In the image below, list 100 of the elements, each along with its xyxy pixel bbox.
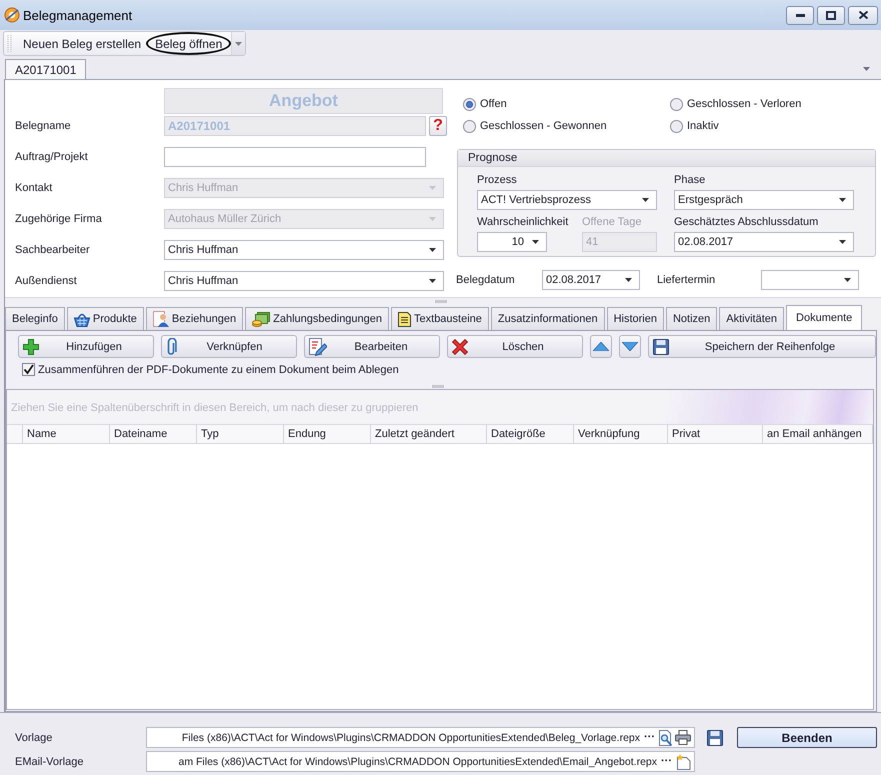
tab[interactable]: Zahlungsbedingungen — [245, 307, 390, 330]
close-button[interactable] — [848, 6, 878, 24]
status-radio[interactable]: Geschlossen - Gewonnen — [463, 115, 607, 137]
tab[interactable]: Produkte — [66, 307, 144, 330]
field-label: Liefertermin — [657, 274, 716, 286]
close-window-button[interactable]: Beenden — [737, 727, 877, 748]
cross-icon — [452, 338, 468, 354]
down-arrow-icon — [622, 342, 638, 351]
field-label: Phase — [674, 173, 706, 187]
splitter-grip-icon[interactable] — [432, 384, 444, 388]
document-magnifier-icon[interactable] — [659, 730, 672, 746]
column-header[interactable]: Name — [23, 425, 110, 443]
basket-icon — [74, 312, 90, 326]
tab[interactable]: Historien — [606, 307, 664, 330]
minimize-button[interactable] — [786, 6, 814, 24]
splitter-grip-icon[interactable] — [435, 300, 447, 303]
dropdown-field[interactable]: Chris Huffman — [164, 240, 444, 260]
column-header[interactable]: Privat — [668, 425, 763, 443]
contact-card-icon — [152, 311, 169, 327]
field-label: Wahrscheinlichkeit — [477, 215, 568, 229]
caret-icon — [429, 186, 436, 190]
new-document-icon[interactable] — [676, 754, 691, 770]
minimize-icon — [796, 14, 804, 16]
grip-icon — [7, 34, 12, 52]
caret-icon — [642, 198, 649, 202]
caret-icon[interactable] — [863, 66, 870, 70]
field-label: Prozess — [477, 173, 517, 187]
document-pencil-icon — [309, 338, 327, 356]
printer-icon[interactable] — [675, 730, 691, 745]
toolbar-button[interactable]: Verknüpfen — [161, 335, 297, 358]
file-path-field[interactable]: am Files (x86)\ACT\Act for Windows\Plugins\CRMADDON OpportunitiesExtended\Email_Angebot.repx ··· — [146, 751, 695, 772]
column-header[interactable]: Dateigröße — [487, 425, 574, 443]
move-down-button[interactable] — [619, 335, 641, 358]
field-label: Vorlage — [15, 732, 54, 744]
tab[interactable]: Zusatzinformationen — [490, 307, 605, 330]
status-radio[interactable]: Offen — [463, 93, 507, 115]
tab[interactable]: Dokumente — [786, 305, 862, 330]
column-header[interactable]: Zuletzt geändert — [371, 425, 487, 443]
field-label: Belegname — [15, 120, 72, 132]
status-radio[interactable]: Inaktiv — [670, 115, 719, 137]
field-label: Außendienst — [15, 275, 78, 287]
column-header[interactable]: Verknüpfung — [574, 425, 668, 443]
plus-icon — [23, 338, 39, 354]
note-icon — [398, 312, 412, 326]
caret-icon — [839, 198, 846, 202]
toolbar-button[interactable]: Bearbeiten — [304, 335, 440, 358]
caret-icon — [429, 248, 436, 252]
field-label: Belegdatum — [456, 274, 516, 286]
tab[interactable]: Beleginfo — [5, 307, 65, 330]
field-label: Offene Tage — [582, 215, 642, 229]
field-label: Auftrag/Projekt — [15, 151, 89, 163]
document-tab[interactable]: A20171001 — [5, 59, 86, 79]
number-dropdown[interactable]: 10 — [477, 232, 547, 252]
date-field[interactable] — [761, 270, 859, 290]
dropdown-field[interactable]: ACT! Vertriebsprozess — [477, 190, 657, 210]
window-title: Belegmanagement — [23, 8, 132, 22]
app-icon — [4, 7, 20, 23]
dropdown-field[interactable]: Chris Huffman — [164, 271, 444, 291]
column-header[interactable]: an Email anhängen — [763, 425, 873, 443]
field-label: Zugehörige Firma — [15, 213, 103, 225]
toolbar-button[interactable]: Löschen — [447, 335, 583, 358]
status-radio[interactable]: Geschlossen - Verloren — [670, 93, 802, 115]
caret-icon — [235, 42, 242, 46]
column-header[interactable]: Endung — [284, 425, 371, 443]
toolbar-button[interactable]: Neuen Beleg erstellen — [18, 32, 146, 55]
field-label: Geschätztes Abschlussdatum — [674, 215, 818, 229]
paperclip-icon — [166, 338, 177, 356]
banknote-icon — [252, 312, 270, 326]
caret-icon — [429, 279, 436, 283]
column-header[interactable]: Dateiname — [110, 425, 197, 443]
toolbar-button[interactable]: Speichern der Reihenfolge — [648, 335, 876, 358]
caret-icon — [844, 278, 851, 282]
file-path-field[interactable]: Files (x86)\ACT\Act for Windows\Plugins\CRMADDON OpportunitiesExtended\Beleg_Vorlage.repx ··· — [146, 727, 695, 748]
dropdown-field[interactable]: 02.08.2017 — [674, 232, 854, 252]
caret-icon — [532, 240, 539, 244]
column-header[interactable]: Typ — [197, 425, 284, 443]
dropdown-button[interactable] — [231, 32, 246, 55]
move-up-button[interactable] — [590, 335, 612, 358]
dropdown-field[interactable]: Erstgespräch — [674, 190, 854, 210]
browse-button[interactable]: ··· — [660, 754, 673, 769]
browse-button[interactable]: ··· — [643, 730, 656, 745]
up-arrow-icon — [593, 342, 609, 351]
date-field[interactable]: 02.08.2017 — [542, 270, 640, 290]
tab[interactable]: Beziehungen — [146, 307, 244, 330]
field-label: EMail-Vorlage — [15, 756, 84, 768]
maximize-icon — [826, 10, 836, 20]
merge-pdf-checkbox[interactable]: Zusammenführen der PDF-Dokumente zu einem Dokument beim Ablegen — [22, 363, 399, 376]
document-type-header: Angebot — [164, 88, 443, 114]
maximize-button[interactable] — [817, 6, 845, 24]
group-header: Prognose — [458, 150, 875, 167]
caret-icon — [429, 217, 436, 221]
tab[interactable]: Aktivitäten — [719, 307, 784, 330]
help-button[interactable]: ? — [429, 116, 447, 136]
tab[interactable]: Notizen — [666, 307, 718, 330]
tab[interactable]: Textbausteine — [391, 307, 489, 330]
toolbar-button[interactable]: Hinzufügen — [18, 335, 154, 358]
field-label: Kontakt — [15, 182, 54, 194]
text-field[interactable] — [164, 147, 426, 167]
caret-icon — [839, 240, 846, 244]
field-label: Sachbearbeiter — [15, 244, 91, 256]
